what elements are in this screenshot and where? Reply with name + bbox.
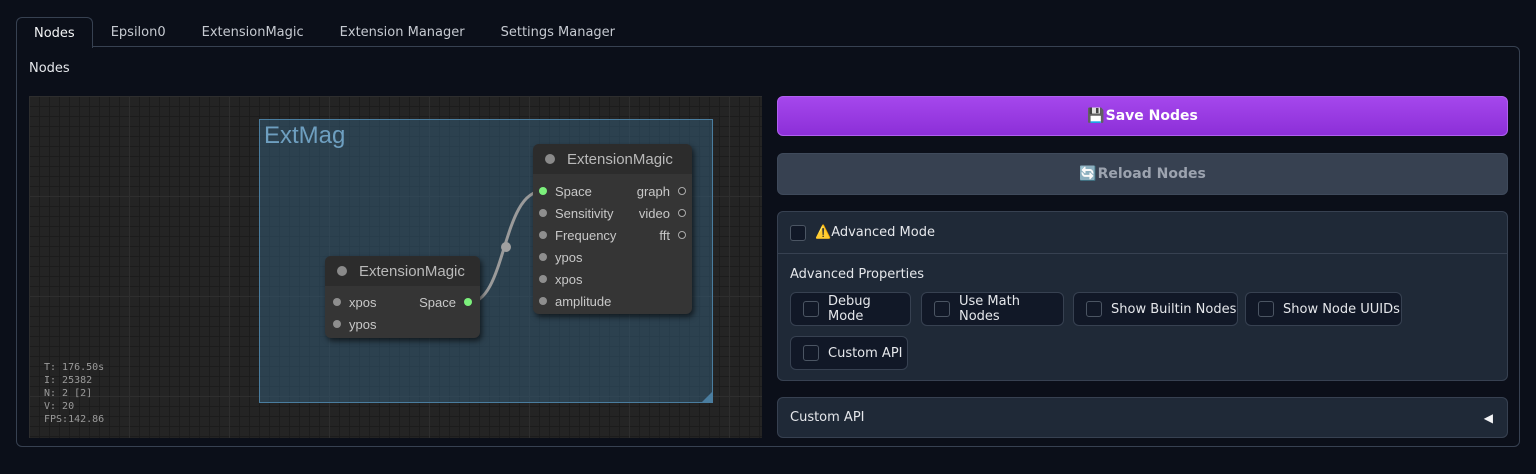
- input-slot-xpos[interactable]: xpos: [539, 268, 582, 290]
- custom-api-checkbox[interactable]: [803, 345, 819, 361]
- output-slot-video[interactable]: video: [639, 202, 686, 224]
- tab-extension-manager[interactable]: Extension Manager: [322, 17, 483, 47]
- input-slot-xpos[interactable]: xpos: [333, 291, 376, 313]
- advanced-mode-toggle[interactable]: ⚠️ Advanced Mode: [778, 212, 1507, 254]
- slot-label: Sensitivity: [555, 205, 614, 221]
- advanced-mode-label: Advanced Mode: [831, 225, 935, 240]
- output-slot-space[interactable]: Space: [419, 291, 472, 313]
- input-pin-icon[interactable]: [539, 231, 547, 239]
- group-resize-handle[interactable]: [702, 392, 712, 402]
- stat-nodes: N: 2 [2]: [44, 388, 93, 399]
- stat-iterations: I: 25382: [44, 375, 93, 386]
- output-pin-icon[interactable]: [678, 187, 686, 195]
- node-extensionmagic-source[interactable]: ExtensionMagic xpos ypos Space: [325, 256, 480, 338]
- input-slot-ypos[interactable]: ypos: [333, 313, 376, 335]
- show-builtin-nodes-option[interactable]: Show Builtin Nodes: [1073, 292, 1238, 326]
- input-pin-icon[interactable]: [539, 275, 547, 283]
- refresh-icon: 🔄: [1079, 166, 1097, 182]
- slot-label: ypos: [349, 316, 377, 332]
- output-slot-graph[interactable]: graph: [637, 180, 686, 202]
- custom-api-option[interactable]: Custom API: [790, 336, 908, 370]
- input-pin-icon[interactable]: [539, 209, 547, 217]
- slot-label: Space: [419, 294, 456, 310]
- stat-time: T: 176.50s: [44, 362, 105, 373]
- option-label: Use Math Nodes: [959, 294, 1020, 324]
- input-pin-icon[interactable]: [539, 253, 547, 261]
- advanced-mode-checkbox[interactable]: [790, 224, 806, 241]
- graph-stats: T: 176.50s I: 25382 N: 2 [2] V: 20 FPS:1…: [44, 361, 104, 426]
- node-collapse-dot-icon[interactable]: [545, 154, 555, 164]
- debug-mode-option[interactable]: Debug Mode: [790, 292, 911, 326]
- option-label: Show Node UUIDs: [1283, 301, 1400, 317]
- reload-nodes-button[interactable]: 🔄 Reload Nodes: [777, 153, 1508, 195]
- show-node-uuids-option[interactable]: Show Node UUIDs: [1245, 292, 1402, 326]
- slot-label: ypos: [555, 249, 583, 265]
- nodes-panel: Nodes ExtMag ExtensionMagic xpos ypos Sp…: [16, 46, 1520, 447]
- input-slot-sensitivity[interactable]: Sensitivity: [539, 202, 614, 224]
- node-graph-canvas[interactable]: ExtMag ExtensionMagic xpos ypos Space Ex…: [29, 96, 762, 438]
- floppy-disk-icon: 💾: [1087, 108, 1105, 124]
- custom-api-accordion[interactable]: Custom API ◀: [777, 397, 1508, 438]
- slot-label: fft: [659, 227, 670, 243]
- output-pin-icon[interactable]: [678, 209, 686, 217]
- advanced-properties-label: Advanced Properties: [790, 267, 925, 282]
- input-pin-icon[interactable]: [539, 187, 547, 195]
- node-title[interactable]: ExtensionMagic: [325, 256, 480, 286]
- stat-visible: V: 20: [44, 401, 75, 412]
- slot-label: Frequency: [555, 227, 617, 243]
- save-nodes-button[interactable]: 💾 Save Nodes: [777, 96, 1508, 136]
- node-collapse-dot-icon[interactable]: [337, 266, 347, 276]
- show-node-uuids-checkbox[interactable]: [1258, 301, 1274, 317]
- tab-settings-manager[interactable]: Settings Manager: [483, 17, 633, 47]
- option-label: Custom API: [828, 345, 903, 361]
- output-pin-icon[interactable]: [678, 231, 686, 239]
- slot-label: Space: [555, 183, 592, 199]
- input-slot-frequency[interactable]: Frequency: [539, 224, 616, 246]
- input-slot-amplitude[interactable]: amplitude: [539, 290, 611, 312]
- debug-mode-checkbox[interactable]: [803, 301, 819, 317]
- input-slot-space[interactable]: Space: [539, 180, 592, 202]
- input-pin-icon[interactable]: [333, 298, 341, 306]
- slot-label: amplitude: [555, 293, 612, 309]
- use-math-nodes-checkbox[interactable]: [934, 301, 950, 317]
- panel-title: Nodes: [29, 61, 70, 76]
- node-title-label: ExtensionMagic: [567, 150, 673, 168]
- use-math-nodes-option[interactable]: Use Math Nodes: [921, 292, 1064, 326]
- collapse-arrow-icon[interactable]: ◀: [1484, 411, 1493, 425]
- stat-fps: FPS:142.86: [44, 414, 105, 425]
- node-title-label: ExtensionMagic: [359, 262, 465, 280]
- input-pin-icon[interactable]: [333, 320, 341, 328]
- node-title[interactable]: ExtensionMagic: [533, 144, 692, 174]
- reload-nodes-label: Reload Nodes: [1097, 166, 1206, 182]
- save-nodes-label: Save Nodes: [1105, 108, 1198, 124]
- group-title: ExtMag: [264, 122, 346, 149]
- output-slot-fft[interactable]: fft: [659, 224, 686, 246]
- tab-nodes[interactable]: Nodes: [16, 17, 93, 48]
- option-label: Show Builtin Nodes: [1111, 301, 1237, 317]
- input-slot-ypos[interactable]: ypos: [539, 246, 582, 268]
- tab-epsilon0[interactable]: Epsilon0: [93, 17, 184, 47]
- tab-extensionmagic[interactable]: ExtensionMagic: [184, 17, 322, 47]
- output-pin-icon[interactable]: [464, 298, 472, 306]
- custom-api-accordion-label: Custom API: [790, 410, 865, 425]
- advanced-settings-box: ⚠️ Advanced Mode Advanced Properties Deb…: [777, 211, 1508, 381]
- show-builtin-nodes-checkbox[interactable]: [1086, 301, 1102, 317]
- option-label: Debug Mode: [828, 294, 871, 324]
- slot-label: xpos: [555, 271, 583, 287]
- tab-bar: Nodes Epsilon0 ExtensionMagic Extension …: [16, 17, 633, 48]
- slot-label: xpos: [349, 294, 377, 310]
- node-extensionmagic-target[interactable]: ExtensionMagic Space Sensitivity Frequen…: [533, 144, 692, 314]
- slot-label: graph: [636, 183, 670, 199]
- slot-label: video: [638, 205, 670, 221]
- input-pin-icon[interactable]: [539, 297, 547, 305]
- warning-icon: ⚠️: [815, 225, 832, 240]
